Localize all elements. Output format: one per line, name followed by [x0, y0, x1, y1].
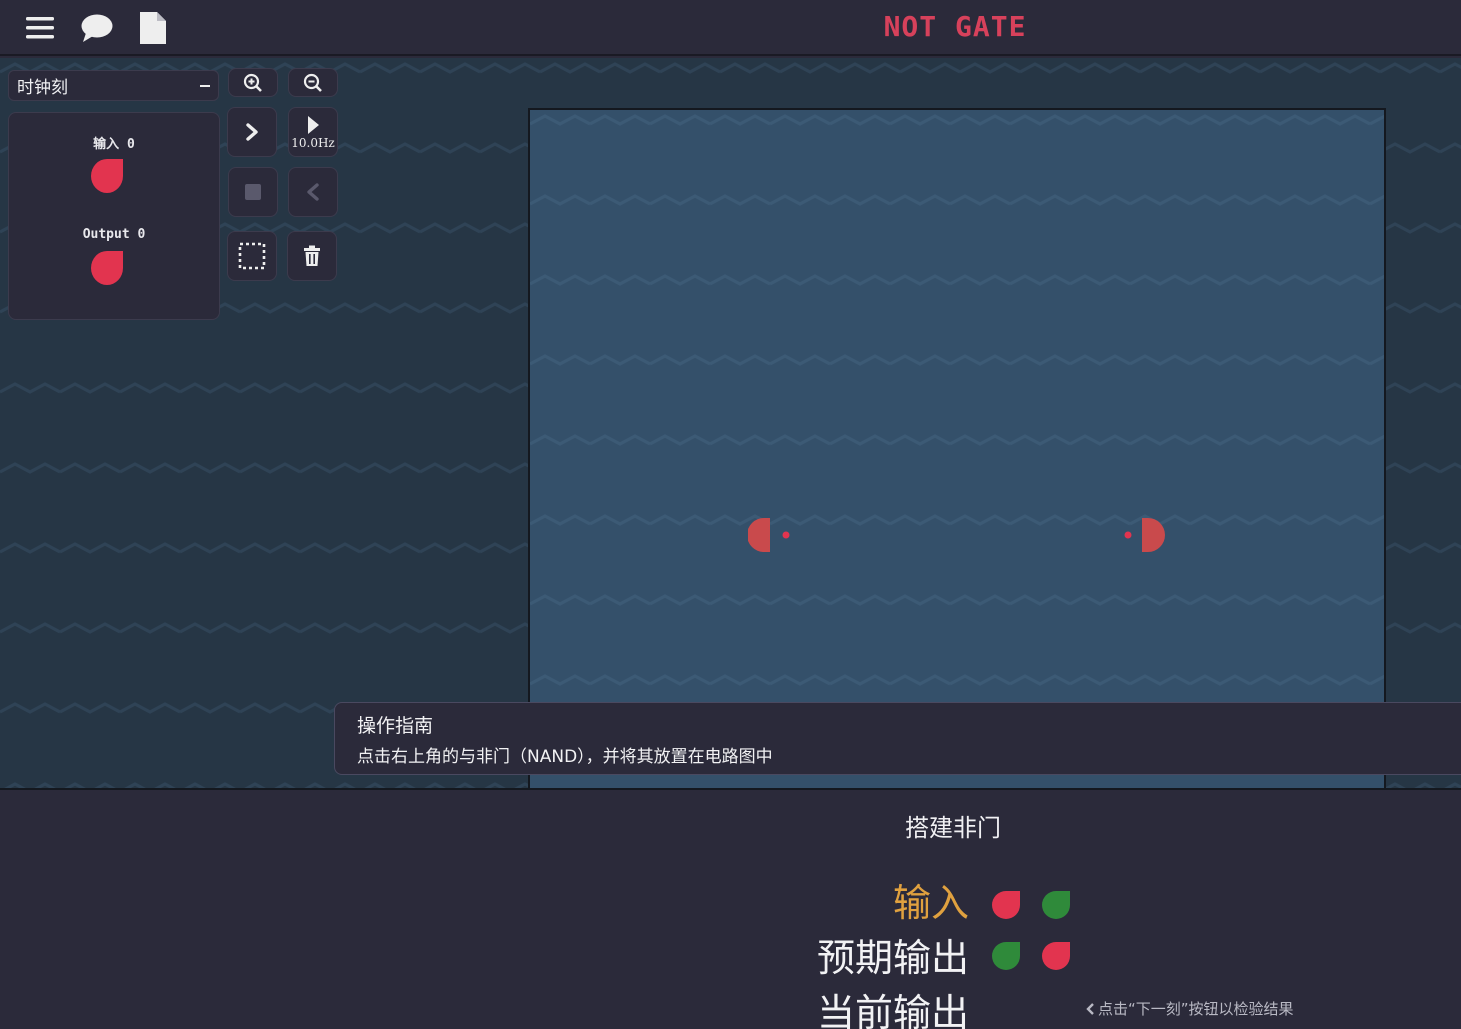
next-tick-hint[interactable]: 点击“下一刻”按钮以检验结果: [1085, 998, 1294, 1019]
page-title: NOT GATE: [883, 10, 1027, 43]
output-label: Output 0: [82, 227, 146, 242]
instruction-text: 点击右上角的与非门（NAND），并将其放置在电路图中: [357, 747, 773, 767]
circuit-canvas[interactable]: [528, 108, 1386, 788]
chevron-left-icon: [307, 183, 319, 201]
select-area-button[interactable]: [227, 231, 277, 281]
input-state-1-on: [1042, 891, 1070, 919]
io-panel: 输入 0 Output 0: [8, 112, 220, 320]
instruction-panel: 操作指南 点击右上角的与非门（NAND），并将其放置在电路图中: [334, 702, 1461, 775]
expected-state-1-off: [1042, 942, 1070, 970]
clock-mode-select[interactable]: 时钟刻: [8, 70, 219, 101]
expected-output-row-label: 预期输出: [816, 936, 969, 980]
play-icon: [308, 115, 319, 134]
input-state-0-off: [992, 891, 1020, 919]
stop-icon: [245, 184, 261, 200]
collapse-icon[interactable]: [200, 84, 210, 87]
output-node[interactable]: [1122, 516, 1166, 556]
truth-table-panel: 搭建非门 输入 预期输出 当前输出 点击“下一刻”按钮以检验结果: [0, 788, 1461, 1029]
workspace: 时钟刻 输入 0 Output 0 10.0Hz: [0, 58, 1461, 788]
trash-icon: [304, 245, 320, 266]
marquee-select-icon: [238, 242, 266, 270]
frequency-label: 10.0Hz: [291, 135, 335, 150]
zoom-out-icon: [303, 73, 322, 92]
stop-button[interactable]: [228, 167, 278, 217]
clock-mode-value: 时钟刻: [17, 78, 68, 98]
chevron-right-icon: [246, 123, 258, 141]
input-toggle-button[interactable]: [89, 158, 125, 194]
level-name: 搭建非门: [905, 814, 1001, 842]
zoom-in-icon: [243, 73, 262, 92]
input-label: 输入 0: [93, 137, 135, 152]
instruction-title: 操作指南: [357, 715, 434, 737]
next-tick-hint-text: 点击“下一刻”按钮以检验结果: [1098, 1000, 1294, 1018]
input-row-label: 输入: [892, 881, 969, 925]
play-button[interactable]: 10.0Hz: [288, 107, 338, 157]
expected-state-0-on: [992, 942, 1020, 970]
input-node[interactable]: [748, 516, 792, 556]
step-back-button[interactable]: [288, 167, 338, 217]
top-bar: NOT GATE: [0, 0, 1461, 56]
chevron-left-icon: [1086, 1002, 1094, 1015]
current-output-row-label: 当前输出: [816, 991, 969, 1029]
zoom-in-button[interactable]: [228, 68, 278, 97]
step-forward-button[interactable]: [227, 107, 277, 157]
zoom-out-button[interactable]: [288, 68, 338, 97]
output-indicator: [91, 251, 123, 285]
delete-button[interactable]: [287, 231, 337, 281]
